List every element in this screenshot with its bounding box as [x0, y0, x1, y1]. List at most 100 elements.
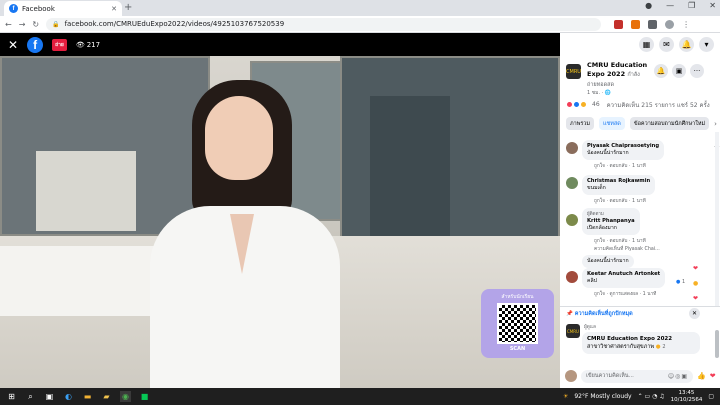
menu-grid-icon[interactable]: ▦	[639, 37, 654, 52]
puzzle-icon[interactable]	[648, 19, 658, 29]
tab-title: Facebook	[22, 4, 55, 13]
file-explorer-icon[interactable]: ▬	[82, 391, 93, 402]
browser-tab[interactable]: f Facebook ✕	[4, 1, 122, 16]
comment-meta[interactable]: ถูกใจ · ตอบกลับ · 1 นาที	[594, 237, 646, 245]
line-app-icon[interactable]: ■	[139, 391, 150, 402]
menu-dots-icon[interactable]: ⋮	[682, 20, 690, 29]
messenger-icon[interactable]: ✉	[659, 37, 674, 52]
heart-icon: ❤	[693, 265, 699, 272]
edge-icon[interactable]: ◐	[63, 391, 74, 402]
extension-red-icon[interactable]	[614, 19, 624, 29]
reply-link[interactable]: ความคิดเห็นที่ Piyasak Chai...	[594, 245, 660, 253]
comment-reacts: ● 1	[676, 279, 686, 285]
restore-icon[interactable]: ❐	[688, 1, 695, 10]
save-icon[interactable]: ▣	[672, 64, 686, 78]
minimize-icon[interactable]: —	[666, 1, 674, 10]
reaction-stats[interactable]: 46 ความคิดเห็น 215 รายการ แชร์ 52 ครั้ง	[566, 100, 716, 109]
close-window-icon[interactable]: ✕	[709, 1, 716, 10]
comment-author[interactable]: Kritt Phanpanya	[587, 218, 635, 225]
facebook-favicon-icon: f	[9, 4, 18, 13]
task-view-icon[interactable]: ▣	[44, 391, 55, 402]
comment-bubble: Christmas Rojkawmin ขนมเด็ก	[582, 175, 656, 195]
live-badge: ถ่าย	[52, 38, 67, 51]
like-reaction-icon: ●	[676, 279, 681, 285]
new-tab-icon[interactable]: +	[124, 2, 132, 13]
comment-text: ขนมเด็ก	[587, 185, 606, 191]
notification-icon[interactable]: ▢	[708, 393, 714, 400]
emoji-icons[interactable]: ☺◎▣	[668, 373, 688, 380]
comment-author[interactable]: Keetar Anutuch Artonket	[587, 271, 660, 278]
windows-start-icon[interactable]: ⊞	[6, 391, 17, 402]
weather-text[interactable]: 92°F Mostly cloudy	[574, 393, 631, 400]
account-icon[interactable]: ▾	[699, 37, 714, 52]
comment-placeholder: เขียนความคิดเห็น...	[586, 373, 634, 379]
avatar[interactable]	[566, 271, 578, 283]
pinned-react-count: 2	[662, 344, 666, 350]
video-frame	[0, 56, 560, 388]
avatar[interactable]	[566, 214, 578, 226]
user-avatar[interactable]	[565, 370, 577, 382]
comment-bubble: Piyasak Chaiprasoetying น้องคนนี้น่ารักม…	[582, 140, 665, 160]
tab-live-chat[interactable]: แชทสด	[599, 117, 625, 130]
panel-tabs: ภาพรวม แชทสด ข้อความสอบถามนักศึกษาใหม่ ›	[566, 116, 717, 131]
omnibox[interactable]: 🔒 facebook.com/CMRUEduExpo2022/videos/49…	[46, 17, 602, 31]
profile-avatar-icon[interactable]	[665, 19, 675, 29]
system-tray: ☀ 92°F Mostly cloudy ⌃ ▭ ◔ ♫ 13:45 10/10…	[563, 388, 714, 405]
comment-bubble: Keetar Anutuch Artonket คลิป	[582, 268, 666, 288]
pinned-author[interactable]: CMRU Education Expo 2022	[587, 335, 695, 343]
notifications-icon[interactable]: 🔔	[679, 37, 694, 52]
weather-icon: ☀	[562, 393, 569, 400]
floating-reactions: ❤ ● ❤	[693, 265, 707, 302]
back-icon[interactable]: ←	[5, 20, 12, 29]
extension-orange-icon[interactable]	[631, 19, 641, 29]
tab-overview[interactable]: ภาพรวม	[566, 117, 595, 130]
close-pinned-icon[interactable]: ✕	[689, 308, 700, 319]
page-header: CMRU CMRU Education Expo 2022 กำลังถ่ายท…	[566, 60, 716, 98]
post-time: 1 ชม. · 🌐	[587, 90, 612, 96]
avatar[interactable]	[566, 177, 578, 189]
comment-meta[interactable]: ถูกใจ · ตอบกลับ · 1 นาที	[594, 197, 646, 205]
page-actions: 🔔 ▣ ···	[654, 64, 704, 78]
video-top-bar: ✕ f ถ่าย 👁 217	[0, 33, 560, 56]
comment-scrollbar[interactable]	[715, 132, 719, 306]
tray-icons[interactable]: ⌃ ▭ ◔ ♫	[638, 393, 665, 400]
url-text: facebook.com/CMRUEduExpo2022/videos/4925…	[64, 20, 285, 28]
heart-icon[interactable]: ❤	[710, 372, 716, 380]
tabs-next-icon[interactable]: ›	[714, 120, 717, 128]
search-icon[interactable]: ⌕	[25, 391, 36, 402]
comment-share-count: ความคิดเห็น 215 รายการ แชร์ 52 ครั้ง	[606, 101, 710, 109]
forward-icon[interactable]: →	[19, 20, 26, 29]
comment-text: เปิดกล้องมาก	[587, 225, 617, 231]
comment-bubble: ผู้ติดตาม Kritt Phanpanya เปิดกล้องมาก	[582, 208, 640, 235]
love-reaction-icon	[566, 101, 573, 108]
facebook-logo-icon[interactable]: f	[27, 36, 44, 53]
comment-input[interactable]: เขียนความคิดเห็น... ☺◎▣	[581, 369, 693, 383]
close-tab-icon[interactable]: ✕	[111, 5, 117, 13]
window-controls: ● — ❐ ✕	[645, 1, 716, 10]
tab-questions[interactable]: ข้อความสอบถามนักศึกษาใหม่	[629, 117, 710, 130]
view-count: 👁 217	[75, 40, 101, 49]
folder-icon[interactable]: ▰	[101, 391, 112, 402]
avatar[interactable]	[566, 142, 578, 154]
page-name[interactable]: CMRU Education Expo 2022 กำลังถ่ายทอดสด	[587, 61, 649, 90]
haha-icon: ●	[693, 280, 699, 287]
pinned-comment: 📌 ความคิดเห็นที่ถูกปักหมุด ✕ CMRU ผู้ดูแ…	[560, 306, 720, 362]
eye-icon: 👁	[75, 40, 85, 49]
clock[interactable]: 13:45 10/10/2564	[671, 390, 703, 403]
more-options-icon[interactable]: ···	[690, 64, 704, 78]
follow-bell-icon[interactable]: 🔔	[654, 64, 668, 78]
comment-text: น้องคนนี้น่ารักมาก	[587, 150, 629, 156]
page-logo[interactable]: CMRU	[566, 64, 581, 79]
profile-dot-icon[interactable]: ●	[645, 1, 652, 10]
comment-author[interactable]: Piyasak Chaiprasoetying	[587, 143, 659, 150]
comment-meta[interactable]: ถูกใจ · ดูการแสดงผล · 1 นาที	[594, 290, 656, 298]
like-icon[interactable]: 👍	[697, 372, 706, 380]
chrome-icon[interactable]: ◉	[120, 391, 131, 402]
pinned-avatar[interactable]: CMRU	[566, 324, 580, 338]
person-face	[205, 96, 273, 180]
heart-icon: ❤	[693, 295, 699, 302]
comment-meta[interactable]: ถูกใจ · ตอบกลับ · 1 นาที	[594, 162, 646, 170]
reload-icon[interactable]: ↻	[32, 20, 39, 29]
comment-author[interactable]: Christmas Rojkawmin	[587, 178, 650, 185]
close-video-icon[interactable]: ✕	[8, 38, 18, 52]
